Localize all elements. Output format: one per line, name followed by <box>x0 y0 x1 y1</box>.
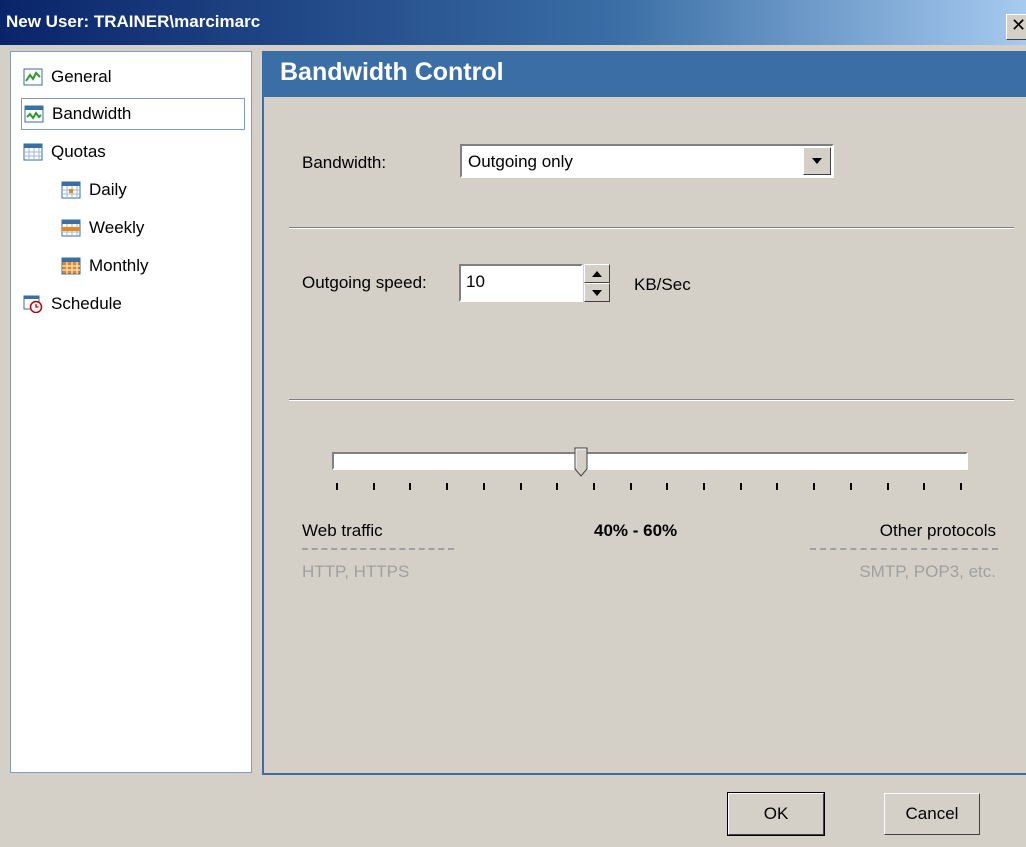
bandwidth-label: Bandwidth: <box>302 153 387 172</box>
outgoing-speed-label: Outgoing speed: <box>302 273 427 292</box>
tree-item-general[interactable]: General <box>23 62 243 92</box>
web-traffic-label: Web traffic <box>302 521 383 540</box>
slider-tick <box>446 483 448 490</box>
slider-tick <box>703 483 705 490</box>
bandwidth-dropdown-value: Outgoing only <box>468 152 573 171</box>
tree-item-monthly[interactable]: Monthly <box>61 251 241 281</box>
tree-item-label: Monthly <box>89 256 149 275</box>
slider-tick <box>923 483 925 490</box>
ok-button-label: OK <box>763 804 789 823</box>
divider <box>289 227 1014 229</box>
calendar-week-icon <box>61 219 81 237</box>
outgoing-speed-input[interactable]: 10 <box>459 264 583 302</box>
traffic-ratio: 40% - 60% <box>594 521 678 540</box>
bandwidth-dropdown[interactable]: Outgoing only <box>460 144 834 178</box>
tree-item-weekly[interactable]: Weekly <box>61 213 241 243</box>
tree-item-label: Quotas <box>51 142 106 161</box>
bandwidth-icon <box>24 105 44 123</box>
slider-ticks <box>336 483 966 495</box>
divider <box>810 548 998 550</box>
chart-icon <box>23 68 43 86</box>
slider-tick <box>887 483 889 490</box>
slider-tick <box>336 483 338 490</box>
arrow-up-icon <box>592 270 602 277</box>
spin-up-button[interactable] <box>584 264 610 283</box>
outgoing-speed-value: 10 <box>466 272 485 291</box>
tree-item-label: General <box>51 67 112 86</box>
tree-item-label: Schedule <box>51 294 122 313</box>
slider-tick <box>960 483 962 490</box>
slider-tick <box>520 483 522 490</box>
slider-tick <box>556 483 558 490</box>
slider-tick <box>373 483 375 490</box>
dropdown-button[interactable] <box>803 147 831 175</box>
tree-item-schedule[interactable]: Schedule <box>23 289 243 319</box>
cancel-button[interactable]: Cancel <box>884 793 980 835</box>
panel-title: Bandwidth Control <box>280 58 504 86</box>
other-protocols-list: SMTP, POP3, etc. <box>859 562 996 581</box>
slider-tick <box>850 483 852 490</box>
ok-button[interactable]: OK <box>727 792 825 836</box>
tree-item-label: Bandwidth <box>52 104 132 123</box>
slider-tick <box>409 483 411 490</box>
tree-item-label: Daily <box>89 180 127 199</box>
window-title: New User: TRAINER\marcimarc <box>6 12 261 31</box>
traffic-slider-thumb[interactable] <box>574 447 588 477</box>
bandwidth-panel: Bandwidth Control Bandwidth: Outgoing on… <box>262 51 1026 775</box>
panel-header: Bandwidth Control <box>264 51 1026 97</box>
calendar-day-icon <box>61 181 81 199</box>
other-protocols-label: Other protocols <box>879 521 996 540</box>
calendar-month-icon <box>61 257 81 275</box>
arrow-down-icon <box>592 289 602 296</box>
tree-item-label: Weekly <box>89 218 145 237</box>
title-bar: New User: TRAINER\marcimarc ✕ <box>0 0 1026 45</box>
spin-down-button[interactable] <box>584 283 610 302</box>
chevron-down-icon <box>812 158 822 164</box>
tree-item-bandwidth[interactable]: Bandwidth <box>21 98 245 130</box>
schedule-clock-icon <box>23 295 43 313</box>
slider-tick <box>483 483 485 490</box>
calendar-icon <box>23 143 43 161</box>
traffic-slider-track[interactable] <box>332 452 968 470</box>
slider-tick <box>776 483 778 490</box>
outgoing-speed-unit: KB/Sec <box>634 275 691 294</box>
slider-tick <box>813 483 815 490</box>
cancel-button-label: Cancel <box>905 804 959 823</box>
web-traffic-protocols: HTTP, HTTPS <box>302 562 410 581</box>
tree-item-daily[interactable]: Daily <box>61 175 241 205</box>
tree-item-quotas[interactable]: Quotas <box>23 137 243 167</box>
divider <box>289 399 1014 401</box>
navigation-tree: General Bandwidth Quotas Daily Weekly Mo… <box>10 51 252 773</box>
slider-tick <box>593 483 595 490</box>
slider-tick <box>666 483 668 490</box>
close-icon: ✕ <box>1011 15 1026 36</box>
slider-tick <box>630 483 632 490</box>
divider <box>302 548 454 550</box>
close-button[interactable]: ✕ <box>1006 14 1026 40</box>
slider-tick <box>740 483 742 490</box>
